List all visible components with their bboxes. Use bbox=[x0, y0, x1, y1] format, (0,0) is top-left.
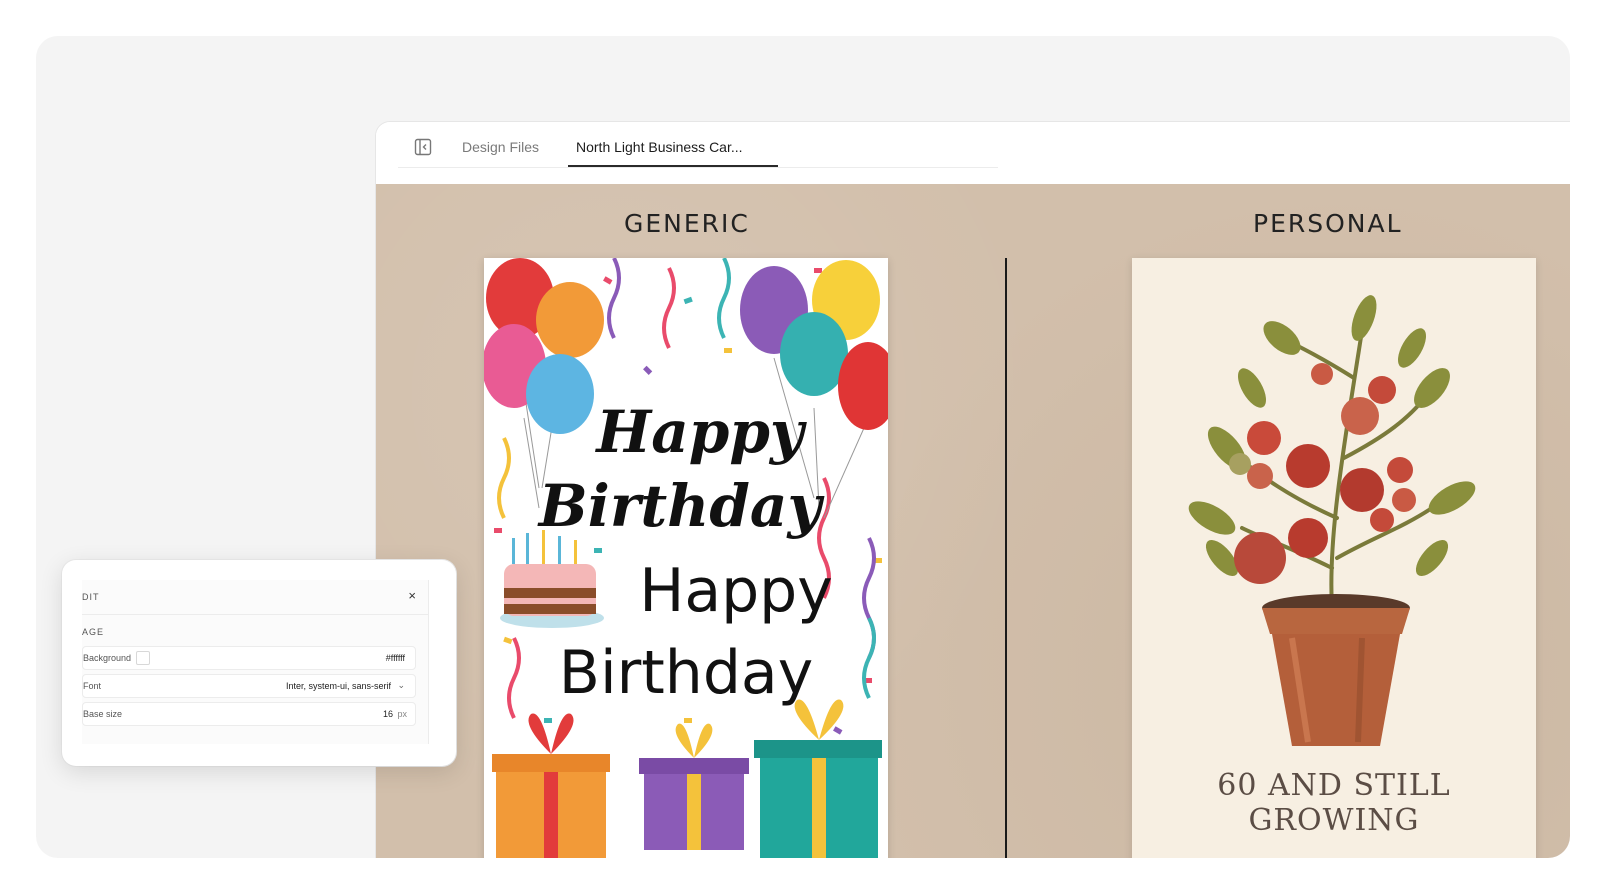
card-caption: 60 AND STILL GROWING bbox=[1217, 768, 1451, 838]
column-divider bbox=[1005, 258, 1007, 858]
background-field[interactable]: Background #ffffff bbox=[82, 646, 416, 670]
editor-divider bbox=[82, 614, 428, 615]
background-value[interactable]: #ffffff bbox=[386, 653, 405, 663]
tab-design-files[interactable]: Design Files bbox=[462, 139, 539, 155]
balloons-left bbox=[484, 258, 604, 509]
active-tab-underline bbox=[568, 165, 778, 167]
background-color-swatch[interactable] bbox=[136, 651, 150, 665]
tab-north-light[interactable]: North Light Business Car... bbox=[576, 139, 743, 155]
font-label: Font bbox=[83, 681, 102, 691]
chevron-down-icon[interactable]: ⌄ bbox=[397, 680, 405, 691]
column-label-personal: PERSONAL bbox=[1253, 209, 1403, 238]
editor-panel-body: DIT × AGE Background #ffffff Font Inter,… bbox=[82, 580, 429, 744]
sidebar-panel-icon[interactable] bbox=[414, 138, 432, 156]
base-size-field[interactable]: Base size 16 px bbox=[82, 702, 416, 726]
base-size-label: Base size bbox=[83, 709, 123, 719]
column-label-generic: GENERIC bbox=[624, 209, 750, 238]
base-size-unit: px bbox=[397, 709, 407, 719]
gifts bbox=[492, 699, 882, 858]
editor-section-label: AGE bbox=[82, 627, 105, 637]
generic-card[interactable]: Happy Birthday Happy Birthday bbox=[484, 258, 888, 858]
editor-title: DIT bbox=[82, 592, 100, 602]
tab-bar: Design Files North Light Business Car... bbox=[376, 122, 1570, 185]
script-heading-happy: Happy bbox=[596, 398, 804, 466]
font-value[interactable]: Inter, system-ui, sans-serif bbox=[286, 681, 391, 691]
plain-heading-happy: Happy bbox=[639, 556, 833, 626]
terracotta-pot bbox=[1262, 594, 1410, 746]
script-heading-birthday: Birthday bbox=[538, 472, 822, 540]
close-icon[interactable]: × bbox=[408, 588, 416, 603]
base-size-value[interactable]: 16 bbox=[383, 709, 393, 719]
tab-bar-line bbox=[398, 167, 998, 168]
page-editor-panel: DIT × AGE Background #ffffff Font Inter,… bbox=[62, 560, 456, 766]
browser-window: Design Files North Light Business Car...… bbox=[376, 122, 1570, 858]
font-select[interactable]: Font Inter, system-ui, sans-serif ⌄ bbox=[82, 674, 416, 698]
personal-card[interactable]: 60 AND STILL GROWING bbox=[1132, 258, 1536, 858]
plain-heading-birthday: Birthday bbox=[558, 638, 814, 708]
background-label: Background bbox=[83, 653, 132, 663]
design-canvas: GENERIC PERSONAL Happy Birthday Happy Bi… bbox=[376, 184, 1570, 858]
